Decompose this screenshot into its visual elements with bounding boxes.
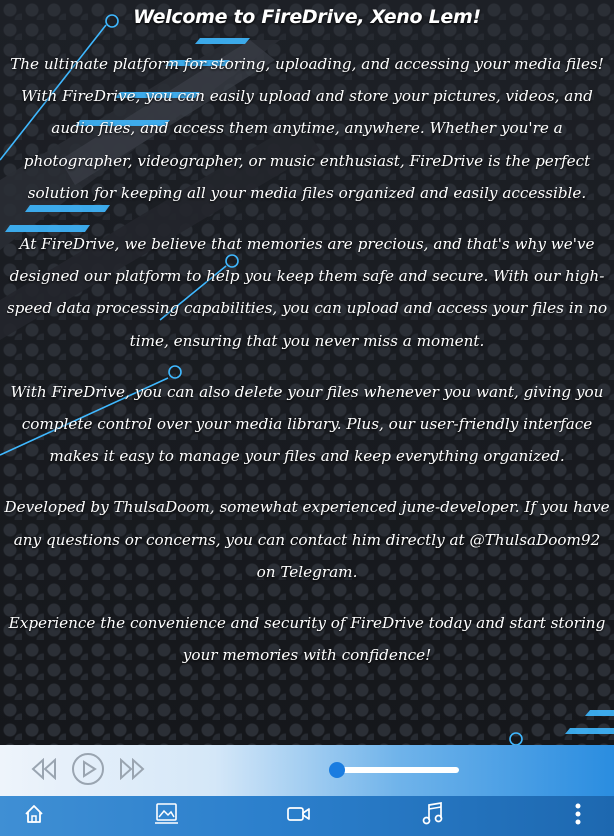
more-icon xyxy=(575,803,581,825)
rewind-icon xyxy=(31,758,56,780)
image-icon xyxy=(155,803,178,824)
progress-track[interactable] xyxy=(333,767,459,773)
nav-music-button[interactable] xyxy=(417,798,449,830)
welcome-content: Welcome to FireDrive, Xeno Lem! The ulti… xyxy=(0,0,614,745)
rewind-button[interactable] xyxy=(26,751,62,787)
home-icon xyxy=(25,805,43,823)
memories-paragraph: At FireDrive, we believe that memories a… xyxy=(6,235,608,350)
play-button[interactable] xyxy=(70,751,106,787)
nav-more-button[interactable] xyxy=(562,798,594,830)
music-icon xyxy=(422,801,443,825)
fast-forward-icon xyxy=(120,758,145,780)
fast-forward-button[interactable] xyxy=(114,751,150,787)
progress-thumb[interactable] xyxy=(328,762,345,778)
play-icon xyxy=(72,753,104,785)
developer-paragraph: Developed by ThulsaDoom, somewhat experi… xyxy=(4,498,610,581)
nav-images-button[interactable] xyxy=(151,798,183,830)
welcome-title: Welcome to FireDrive, Xeno Lem! xyxy=(133,6,481,28)
delete-paragraph: With FireDrive, you can also delete your… xyxy=(10,382,604,466)
nav-home-button[interactable] xyxy=(18,798,50,830)
nav-videos-button[interactable] xyxy=(283,798,315,830)
closing-paragraph: Experience the convenience and security … xyxy=(8,614,606,665)
video-icon xyxy=(287,807,310,821)
intro-paragraph: The ultimate platform for storing, uploa… xyxy=(10,55,604,202)
